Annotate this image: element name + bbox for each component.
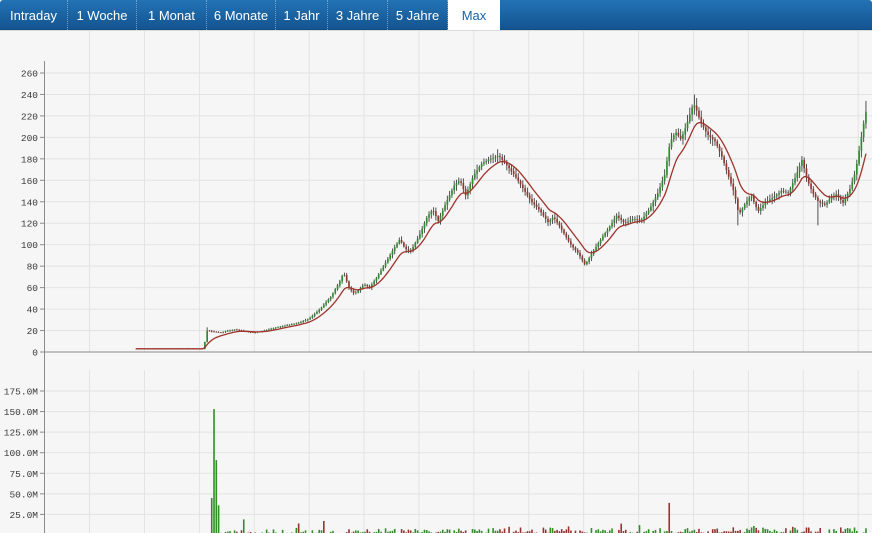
volume-axis-label: 175.0M	[4, 386, 39, 397]
price-axis-label: 200	[21, 133, 38, 144]
price-axis-label: 160	[21, 176, 38, 187]
price-axis-label: 220	[21, 111, 38, 122]
stock-chart-widget: Intraday 1 Woche 1 Monat 6 Monate 1 Jahr 3 Ja…	[0, 0, 872, 533]
chart-area: 0 20 40 60 80 100 120 140 160 180 200 220 240 260 25.0…	[0, 30, 872, 533]
volume-axis-label: 25.0M	[9, 510, 38, 521]
price-axis-label: 180	[21, 154, 38, 165]
volume-axis-label: 75.0M	[9, 469, 38, 480]
price-axis-label: 120	[21, 219, 38, 230]
tab-max[interactable]: Max	[448, 0, 500, 30]
tab-6-monate[interactable]: 6 Monate	[207, 0, 276, 30]
volume-axis-label: 100.0M	[4, 448, 39, 459]
price-axis-label: 60	[27, 283, 39, 294]
volume-axis-label: 50.0M	[9, 489, 38, 500]
tab-intraday[interactable]: Intraday	[0, 0, 68, 30]
tab-3-jahre[interactable]: 3 Jahre	[328, 0, 388, 30]
volume-axis-label: 125.0M	[4, 428, 39, 439]
tab-5-jahre[interactable]: 5 Jahre	[388, 0, 448, 30]
price-axis-label: 40	[27, 305, 39, 316]
price-axis-label: 140	[21, 197, 38, 208]
price-axis-label: 80	[27, 262, 39, 273]
price-axis-label: 100	[21, 240, 38, 251]
price-axis-label: 240	[21, 90, 38, 101]
timeframe-tabs: Intraday 1 Woche 1 Monat 6 Monate 1 Jahr 3 Ja…	[0, 0, 872, 30]
price-axis-label: 20	[27, 326, 39, 337]
price-axis-label: 0	[32, 348, 38, 359]
volume-axis-label: 150.0M	[4, 407, 39, 418]
tab-1-monat[interactable]: 1 Monat	[137, 0, 207, 30]
chart-canvas: 0 20 40 60 80 100 120 140 160 180 200 220 240 260 25.0…	[0, 30, 872, 533]
tab-1-jahr[interactable]: 1 Jahr	[276, 0, 328, 30]
tab-1-woche[interactable]: 1 Woche	[68, 0, 137, 30]
price-axis-label: 260	[21, 68, 38, 79]
